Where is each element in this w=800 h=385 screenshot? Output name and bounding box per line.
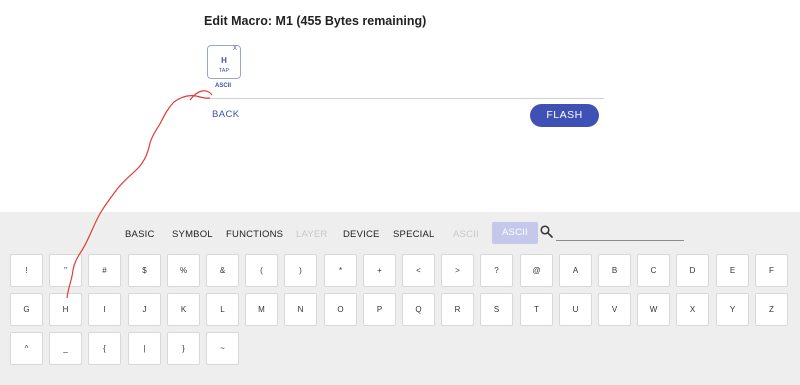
key-pipe[interactable]: |	[128, 332, 161, 365]
key-t[interactable]: T	[520, 293, 553, 326]
key-s[interactable]: S	[480, 293, 513, 326]
key-lbrace[interactable]: {	[88, 332, 121, 365]
key-j[interactable]: J	[128, 293, 161, 326]
key-y[interactable]: Y	[716, 293, 749, 326]
key-a[interactable]: A	[559, 254, 592, 287]
search-input[interactable]	[556, 226, 684, 240]
key-lt[interactable]: <	[402, 254, 435, 287]
key-plus[interactable]: +	[363, 254, 396, 287]
key-z[interactable]: Z	[755, 293, 788, 326]
search-icon[interactable]	[540, 225, 553, 238]
key-l[interactable]: L	[206, 293, 239, 326]
key-ampersand[interactable]: &	[206, 254, 239, 287]
tab-basic[interactable]: BASIC	[125, 229, 155, 240]
key-lparen[interactable]: (	[245, 254, 278, 287]
macro-step-key[interactable]: X H TAP	[207, 45, 241, 79]
tab-ascii[interactable]: ASCII	[492, 222, 538, 244]
key-c[interactable]: C	[637, 254, 670, 287]
key-quote[interactable]: "	[49, 254, 82, 287]
remove-step-icon[interactable]: X	[233, 46, 237, 52]
key-underscore[interactable]: _	[49, 332, 82, 365]
divider	[206, 98, 604, 99]
key-gt[interactable]: >	[441, 254, 474, 287]
key-exclamation[interactable]: !	[10, 254, 43, 287]
back-button[interactable]: BACK	[212, 109, 239, 120]
key-asterisk[interactable]: *	[324, 254, 357, 287]
macro-step-action: TAP	[218, 68, 230, 74]
key-u[interactable]: U	[559, 293, 592, 326]
tab-layer: LAYER	[296, 229, 328, 240]
tab-functions[interactable]: FUNCTIONS	[226, 229, 283, 240]
macro-step-type: ASCII	[215, 83, 232, 89]
key-v[interactable]: V	[598, 293, 631, 326]
key-i[interactable]: I	[88, 293, 121, 326]
key-question[interactable]: ?	[480, 254, 513, 287]
key-e[interactable]: E	[716, 254, 749, 287]
key-g[interactable]: G	[10, 293, 43, 326]
key-b[interactable]: B	[598, 254, 631, 287]
key-p[interactable]: P	[363, 293, 396, 326]
key-x[interactable]: X	[676, 293, 709, 326]
key-rbrace[interactable]: }	[167, 332, 200, 365]
key-percent[interactable]: %	[167, 254, 200, 287]
key-k[interactable]: K	[167, 293, 200, 326]
key-r[interactable]: R	[441, 293, 474, 326]
tab-ascii-disabled: ASCII	[453, 229, 479, 240]
key-o[interactable]: O	[324, 293, 357, 326]
macro-step-key-label: H	[221, 56, 227, 65]
key-at[interactable]: @	[520, 254, 553, 287]
key-dollar[interactable]: $	[128, 254, 161, 287]
flash-button[interactable]: FLASH	[530, 104, 599, 127]
search-underline	[556, 240, 684, 241]
key-w[interactable]: W	[637, 293, 670, 326]
key-h[interactable]: H	[49, 293, 82, 326]
key-f[interactable]: F	[755, 254, 788, 287]
page-title: Edit Macro: M1 (455 Bytes remaining)	[204, 14, 427, 28]
key-caret[interactable]: ^	[10, 332, 43, 365]
key-m[interactable]: M	[245, 293, 278, 326]
key-tilde[interactable]: ~	[206, 332, 239, 365]
key-hash[interactable]: #	[88, 254, 121, 287]
tab-device[interactable]: DEVICE	[343, 229, 380, 240]
key-n[interactable]: N	[284, 293, 317, 326]
tab-symbol[interactable]: SYMBOL	[172, 229, 213, 240]
key-rparen[interactable]: )	[284, 254, 317, 287]
key-d[interactable]: D	[676, 254, 709, 287]
key-q[interactable]: Q	[402, 293, 435, 326]
tab-special[interactable]: SPECIAL	[393, 229, 435, 240]
